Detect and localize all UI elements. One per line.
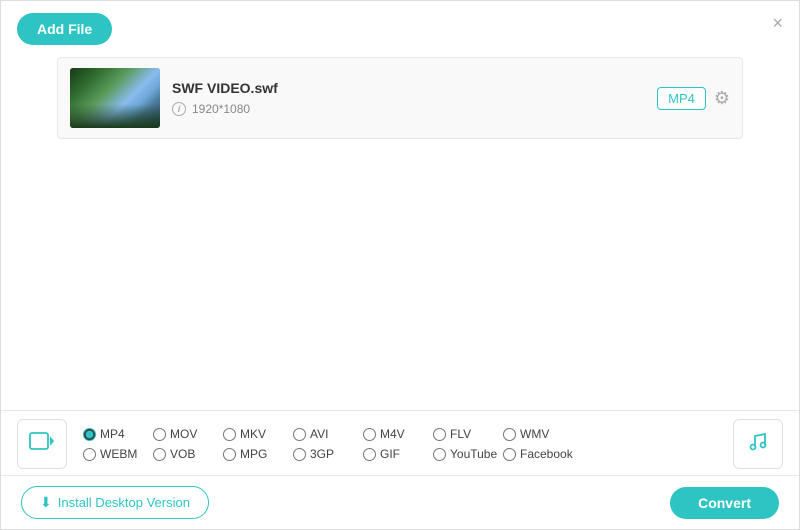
- format-option-mpg[interactable]: MPG: [223, 447, 293, 461]
- content-area: [1, 139, 799, 379]
- file-info: SWF VIDEO.swf i 1920*1080: [172, 80, 645, 116]
- header: Add File ×: [1, 1, 799, 57]
- format-option-gif[interactable]: GIF: [363, 447, 433, 461]
- format-radio-grid: MP4 MOV MKV AVI M4V FLV: [83, 427, 717, 461]
- format-bar: MP4 MOV MKV AVI M4V FLV: [1, 410, 799, 475]
- settings-icon[interactable]: ⚙: [714, 88, 730, 109]
- video-format-icon-box[interactable]: [17, 419, 67, 469]
- video-icon: [29, 430, 55, 458]
- format-badge[interactable]: MP4: [657, 87, 706, 110]
- close-button[interactable]: ×: [772, 13, 783, 34]
- format-option-vob[interactable]: VOB: [153, 447, 223, 461]
- format-option-youtube[interactable]: YouTube: [433, 447, 503, 461]
- download-icon: ⬇: [40, 494, 52, 511]
- format-option-3gp[interactable]: 3GP: [293, 447, 363, 461]
- format-option-webm[interactable]: WEBM: [83, 447, 153, 461]
- format-option-avi[interactable]: AVI: [293, 427, 363, 441]
- audio-format-icon-box[interactable]: [733, 419, 783, 469]
- convert-button[interactable]: Convert: [670, 487, 779, 519]
- thumbnail-image: [70, 68, 160, 128]
- file-meta: i 1920*1080: [172, 102, 645, 116]
- format-option-m4v[interactable]: M4V: [363, 427, 433, 441]
- info-icon[interactable]: i: [172, 102, 186, 116]
- format-option-mkv[interactable]: MKV: [223, 427, 293, 441]
- file-thumbnail: [70, 68, 160, 128]
- format-option-facebook[interactable]: Facebook: [503, 447, 573, 461]
- file-name: SWF VIDEO.swf: [172, 80, 645, 96]
- install-desktop-button[interactable]: ⬇ Install Desktop Version: [21, 486, 209, 519]
- install-label: Install Desktop Version: [58, 495, 190, 510]
- file-resolution: 1920*1080: [192, 102, 250, 116]
- file-actions: MP4 ⚙: [657, 87, 730, 110]
- add-file-button[interactable]: Add File: [17, 13, 112, 45]
- music-note-icon: [747, 430, 769, 458]
- file-entry: SWF VIDEO.swf i 1920*1080 MP4 ⚙: [57, 57, 743, 139]
- format-option-wmv[interactable]: WMV: [503, 427, 573, 441]
- format-option-mp4[interactable]: MP4: [83, 427, 153, 441]
- format-option-flv[interactable]: FLV: [433, 427, 503, 441]
- format-option-mov[interactable]: MOV: [153, 427, 223, 441]
- action-bar: ⬇ Install Desktop Version Convert: [1, 475, 799, 529]
